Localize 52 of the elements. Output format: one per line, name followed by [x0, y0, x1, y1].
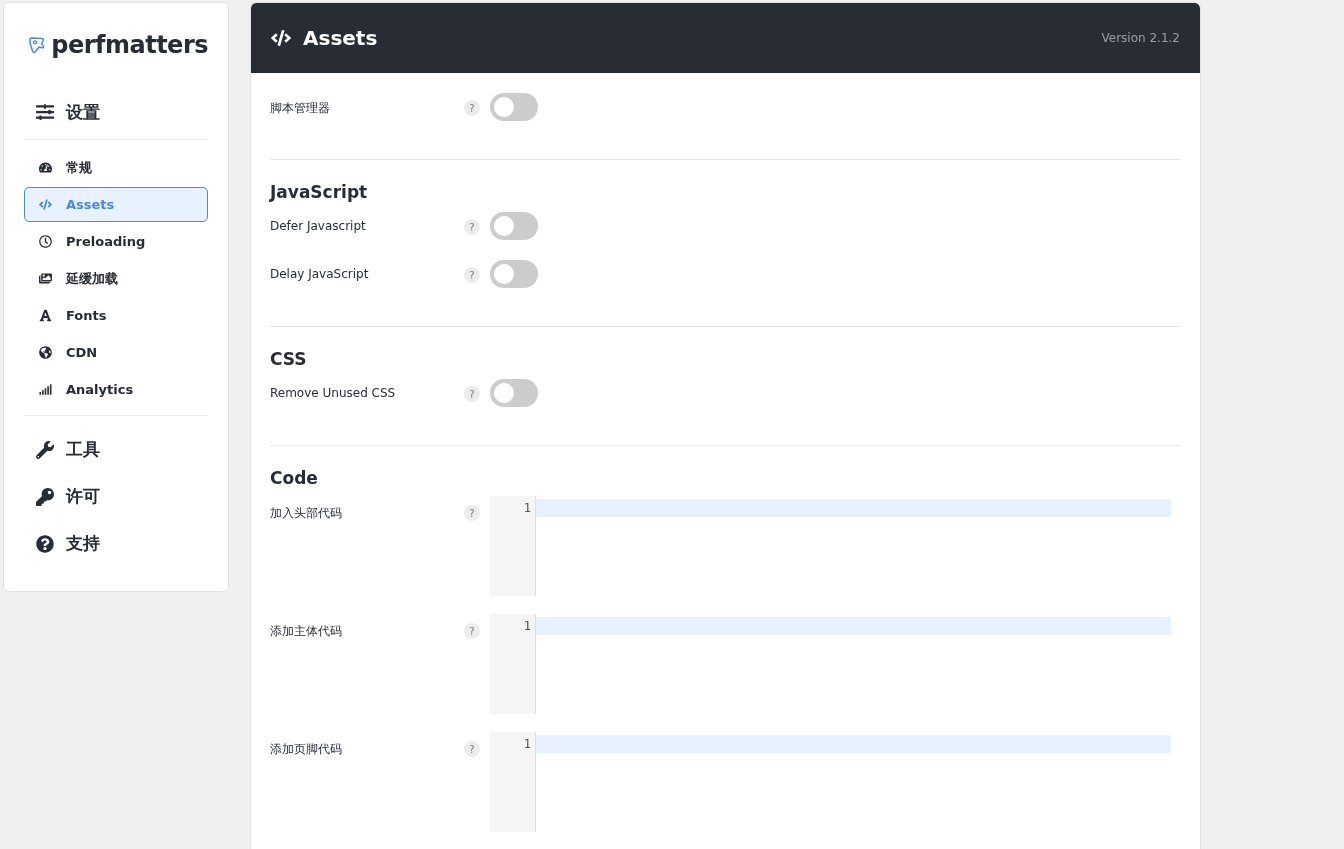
setting-label: 添加页脚代码: [270, 741, 343, 758]
section-icon: [36, 487, 54, 506]
line-number: 1: [523, 736, 531, 753]
code-icon: [271, 28, 291, 48]
item-icon: [39, 346, 52, 359]
line-number: 1: [523, 500, 531, 517]
logo-text: perfmatters: [51, 31, 208, 59]
sidebar-section[interactable]: 工具: [24, 426, 208, 473]
sidebar-section[interactable]: 许可: [24, 473, 208, 520]
item-icon: [39, 161, 52, 174]
item-icon: [39, 309, 52, 322]
section-icon: [36, 103, 54, 121]
help-icon[interactable]: ?: [464, 741, 480, 757]
help-icon[interactable]: ?: [464, 623, 480, 639]
section-icon: [36, 534, 54, 553]
toggle-switch[interactable]: [490, 379, 538, 407]
setting-label: Defer Javascript: [270, 218, 367, 233]
help-icon[interactable]: ?: [464, 100, 480, 116]
section-title: CSS: [270, 349, 308, 369]
code-editor[interactable]: 1: [490, 496, 1171, 596]
version-text: Version 2.1.2: [1101, 31, 1180, 45]
sidebar-section[interactable]: 设置: [24, 91, 208, 133]
item-icon: [39, 235, 52, 248]
sidebar-item[interactable]: 常规: [24, 150, 208, 185]
setting-label: 添加主体代码: [270, 623, 343, 640]
setting-label: Delay JavaScript: [270, 266, 370, 281]
sidebar-item[interactable]: Analytics: [24, 372, 208, 407]
toggle-switch[interactable]: [490, 260, 538, 288]
code-editor[interactable]: 1: [490, 614, 1171, 714]
toggle-switch[interactable]: [490, 212, 538, 240]
sidebar-item[interactable]: Fonts: [24, 298, 208, 333]
help-icon[interactable]: ?: [464, 267, 480, 283]
section-title: JavaScript: [270, 182, 369, 202]
line-number: 1: [523, 618, 531, 635]
sidebar-item[interactable]: CDN: [24, 335, 208, 370]
help-icon[interactable]: ?: [464, 219, 480, 235]
help-icon[interactable]: ?: [464, 505, 480, 521]
help-icon[interactable]: ?: [464, 386, 480, 402]
setting-label: 脚本管理器: [270, 100, 331, 117]
panel-title: Assets: [303, 26, 378, 50]
sidebar-item[interactable]: Preloading: [24, 224, 208, 259]
section-title: Code: [270, 468, 319, 488]
section-icon: [36, 440, 54, 459]
toggle-switch[interactable]: [490, 93, 538, 121]
item-icon: [39, 198, 52, 211]
setting-label: 加入头部代码: [270, 505, 343, 522]
sidebar-section[interactable]: 支持: [24, 520, 208, 567]
code-editor[interactable]: 1: [490, 732, 1171, 832]
setting-label: Remove Unused CSS: [270, 385, 397, 400]
item-icon: [39, 383, 52, 396]
sidebar-item[interactable]: 延缓加载: [24, 261, 208, 296]
item-icon: [39, 272, 52, 285]
